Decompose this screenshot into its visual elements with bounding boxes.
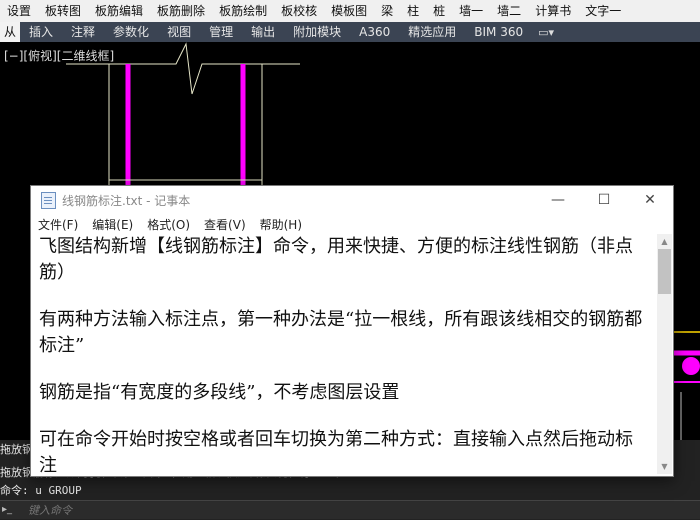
text-paragraph: 钢筋是指“有宽度的多段线”，不考虑图层设置 (39, 382, 400, 403)
menu-wall-2[interactable]: 墙二 (490, 0, 528, 22)
tab-view[interactable]: 视图 (158, 22, 200, 42)
menu-text-1[interactable]: 文字一 (578, 0, 628, 22)
tab-a360[interactable]: A360 (350, 22, 399, 42)
menu-bar: 设置 板转图 板筋编辑 板筋删除 板筋绘制 板校核 模板图 梁 柱 桩 墙一 墙… (0, 0, 700, 23)
command-prompt-icon[interactable]: ▸_ (2, 503, 26, 517)
menu-slab-rebar-draw[interactable]: 板筋绘制 (212, 0, 274, 22)
minimize-button[interactable]: — (535, 186, 581, 214)
command-input[interactable] (26, 502, 630, 518)
menu-formwork-drawing[interactable]: 模板图 (324, 0, 374, 22)
close-button[interactable]: ✕ (627, 186, 673, 214)
rebar-dot-right (682, 357, 700, 375)
tab-parametric[interactable]: 参数化 (104, 22, 158, 42)
menu-edit[interactable]: 编辑(E) (85, 216, 140, 233)
notepad-icon (41, 191, 56, 209)
notepad-menu-bar: 文件(F) 编辑(E) 格式(O) 查看(V) 帮助(H) (31, 214, 673, 234)
command-history-line: 命令: u GROUP (0, 484, 82, 497)
notepad-title-bar[interactable]: 线钢筋标注.txt - 记事本 — ☐ ✕ (31, 186, 673, 214)
tab-addins[interactable]: 附加模块 (284, 22, 350, 42)
text-paragraph: 有两种方法输入标注点，第一种办法是“拉一根线，所有跟该线相交的钢筋都标注” (39, 309, 643, 356)
ribbon-tab-bar: 从 插入 注释 参数化 视图 管理 输出 附加模块 A360 精选应用 BIM … (0, 22, 700, 42)
scroll-down-icon[interactable]: ▼ (657, 459, 672, 474)
tab-featured-apps[interactable]: 精选应用 (399, 22, 465, 42)
menu-file[interactable]: 文件(F) (31, 216, 85, 233)
text-paragraph: 飞图结构新增【线钢筋标注】命令，用来快捷、方便的标注线性钢筋（非点筋） (39, 236, 633, 283)
menu-slab-rebar-edit[interactable]: 板筋编辑 (88, 0, 150, 22)
menu-slab-check[interactable]: 板校核 (274, 0, 324, 22)
tab-annotate[interactable]: 注释 (62, 22, 104, 42)
tab-active[interactable]: 从 (0, 22, 21, 42)
command-input-bar: ▸_ (0, 500, 700, 519)
menu-settings[interactable]: 设置 (0, 0, 38, 22)
menu-format[interactable]: 格式(O) (140, 216, 197, 233)
maximize-button[interactable]: ☐ (581, 186, 627, 214)
notepad-title: 线钢筋标注.txt - 记事本 (62, 193, 191, 208)
menu-column[interactable]: 柱 (400, 0, 426, 22)
menu-wall-1[interactable]: 墙一 (452, 0, 490, 22)
tab-output[interactable]: 输出 (242, 22, 284, 42)
menu-calc-report[interactable]: 计算书 (528, 0, 578, 22)
ribbon-toggle-button[interactable]: ▭▾ (538, 26, 554, 39)
notepad-text-area[interactable]: 飞图结构新增【线钢筋标注】命令，用来快捷、方便的标注线性钢筋（非点筋） 有两种方… (31, 234, 656, 474)
tab-insert[interactable]: 插入 (20, 22, 62, 42)
menu-slab-rebar-delete[interactable]: 板筋删除 (150, 0, 212, 22)
tab-bim360[interactable]: BIM 360 (465, 22, 532, 42)
menu-beam[interactable]: 梁 (374, 0, 400, 22)
viewport-label[interactable]: [−][俯视][二维线框] (4, 47, 114, 64)
notepad-window: 线钢筋标注.txt - 记事本 — ☐ ✕ 文件(F) 编辑(E) 格式(O) … (30, 185, 674, 477)
menu-pile[interactable]: 桩 (426, 0, 452, 22)
scroll-up-icon[interactable]: ▲ (657, 234, 672, 249)
vertical-scrollbar[interactable]: ▲ ▼ (657, 234, 672, 474)
tab-manage[interactable]: 管理 (200, 22, 242, 42)
scroll-thumb[interactable] (658, 249, 671, 294)
menu-slab-to-drawing[interactable]: 板转图 (38, 0, 88, 22)
menu-help[interactable]: 帮助(H) (253, 216, 309, 233)
menu-view[interactable]: 查看(V) (197, 216, 253, 233)
text-paragraph: 可在命令开始时按空格或者回车切换为第二种方式：直接输入点然后拖动标注 (39, 429, 633, 474)
